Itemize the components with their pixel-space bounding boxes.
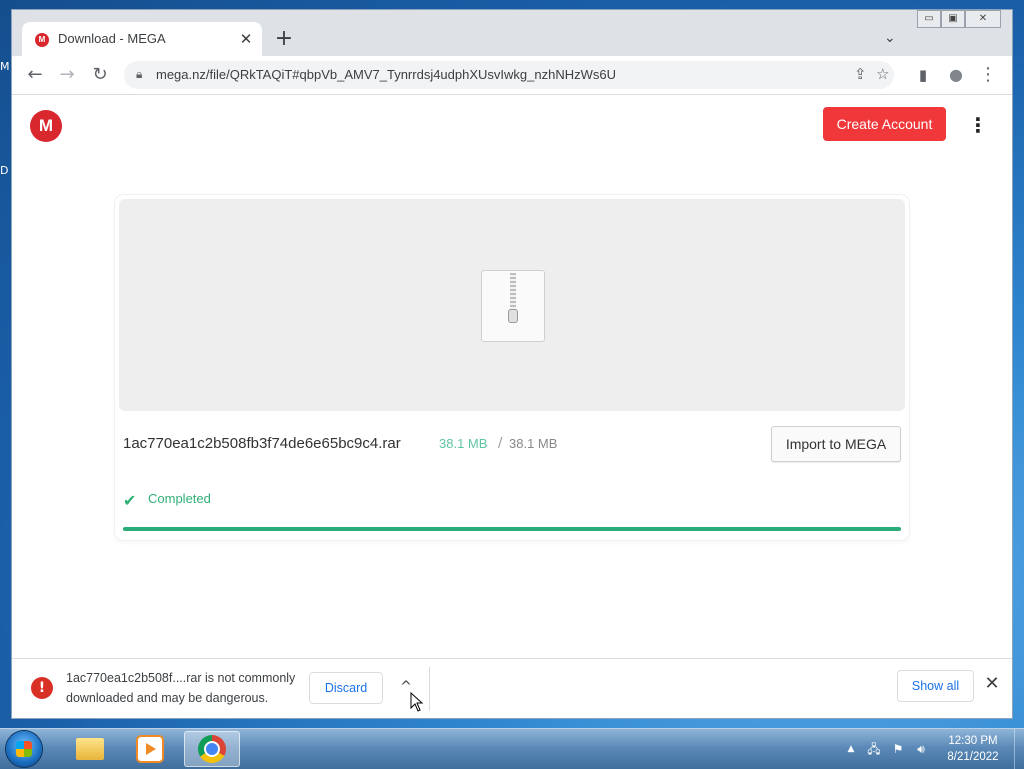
start-button[interactable] (6, 731, 42, 767)
size-separator: / (498, 436, 503, 451)
danger-warning-icon: ! (31, 677, 53, 699)
checkmark-icon: ✔ (123, 491, 137, 510)
clock-time: 12:30 PM (948, 735, 998, 747)
back-arrow-icon[interactable]: ← (22, 62, 48, 88)
taskbar: ▲ 🖧︎ ⚑ 🔊︎ 12:30 PM 8/21/2022 (0, 728, 1024, 769)
tab-close-icon[interactable]: ✕ (236, 29, 256, 49)
tab-title: Download - MEGA (58, 31, 166, 46)
tab-download-mega[interactable]: M Download - MEGA ✕ (22, 22, 262, 56)
tab-search-chevron-icon[interactable]: ⌄ (884, 30, 896, 46)
archive-file-icon (481, 270, 545, 342)
forward-arrow-icon[interactable]: → (54, 62, 80, 88)
action-center-flag-icon[interactable]: ⚑ (890, 741, 906, 757)
window-close-button[interactable]: ✕ (965, 10, 1001, 28)
download-shelf: ! 1ac770ea1c2b508f....rar is not commonl… (12, 658, 1012, 718)
download-progress-bar (123, 527, 901, 531)
import-to-mega-button[interactable]: Import to MEGA (771, 426, 901, 462)
taskbar-media-player[interactable] (122, 731, 178, 767)
mega-page: M Create Account ⋮ 1ac770ea1c2b508fb3f74… (12, 95, 1012, 658)
more-options-icon[interactable]: ⋮ (968, 113, 988, 137)
browser-window: M Download - MEGA ✕ + ⌄ ▭ ▣ ✕ ← → ↻ 🔒︎ m… (12, 10, 1012, 718)
mega-logo[interactable]: M (30, 110, 62, 142)
tab-strip: M Download - MEGA ✕ + ⌄ ▭ ▣ ✕ (12, 10, 1012, 56)
windows-logo-icon (16, 741, 32, 757)
address-bar[interactable]: 🔒︎ mega.nz/file/QRkTAQiT#qbpVb_AMV7_Tynr… (124, 61, 894, 89)
size-downloaded: 38.1 MB (439, 436, 488, 451)
bookmark-star-icon[interactable]: ☆ (876, 65, 889, 83)
create-account-button[interactable]: Create Account (823, 107, 946, 141)
show-all-button[interactable]: Show all (897, 670, 974, 702)
show-desktop-button[interactable] (1014, 729, 1024, 769)
download-warning-text: 1ac770ea1c2b508f....rar is not commonly … (66, 671, 296, 705)
desktop-icon-label: D (0, 164, 9, 177)
lock-icon[interactable]: 🔒︎ (136, 67, 142, 82)
folder-icon (76, 738, 104, 760)
url-text[interactable]: mega.nz/file/QRkTAQiT#qbpVb_AMV7_Tynrrds… (156, 67, 616, 82)
profile-avatar-icon[interactable]: ● (943, 62, 969, 88)
reload-icon[interactable]: ↻ (87, 62, 113, 88)
minimize-button[interactable]: ▭ (917, 10, 941, 28)
system-clock[interactable]: 12:30 PM 8/21/2022 (938, 733, 1008, 765)
taskbar-chrome[interactable] (184, 731, 240, 767)
size-total: 38.1 MB (509, 436, 558, 451)
download-card: 1ac770ea1c2b508fb3f74de6e65bc9c4.rar 38.… (115, 195, 909, 540)
mouse-cursor-icon (410, 692, 424, 712)
share-icon[interactable]: ⇪ (854, 65, 867, 83)
tray-expand-icon[interactable]: ▲ (843, 741, 859, 757)
chrome-menu-icon[interactable]: ⋮ (975, 62, 1001, 88)
mega-favicon-icon: M (35, 33, 49, 47)
file-name: 1ac770ea1c2b508fb3f74de6e65bc9c4.rar (123, 435, 401, 452)
download-status: Completed (148, 491, 211, 506)
maximize-button[interactable]: ▣ (941, 10, 965, 28)
taskbar-explorer[interactable] (62, 731, 118, 767)
chrome-icon (198, 735, 226, 763)
progress-fill (123, 527, 901, 531)
clock-date: 8/21/2022 (947, 751, 999, 763)
network-icon[interactable]: 🖧︎ (866, 741, 882, 757)
zipper-pull-graphic (508, 309, 518, 323)
divider (429, 667, 430, 711)
side-panel-icon[interactable]: ▮ (910, 62, 936, 88)
volume-icon[interactable]: 🔊︎ (913, 741, 929, 757)
desktop-icon-label: M (0, 60, 10, 73)
browser-toolbar: ← → ↻ 🔒︎ mega.nz/file/QRkTAQiT#qbpVb_AMV… (12, 56, 1012, 95)
close-shelf-icon[interactable]: ✕ (982, 673, 1002, 695)
discard-button[interactable]: Discard (309, 672, 383, 704)
file-preview-area (119, 199, 905, 411)
new-tab-button[interactable]: + (272, 28, 296, 52)
media-player-icon (138, 737, 162, 761)
